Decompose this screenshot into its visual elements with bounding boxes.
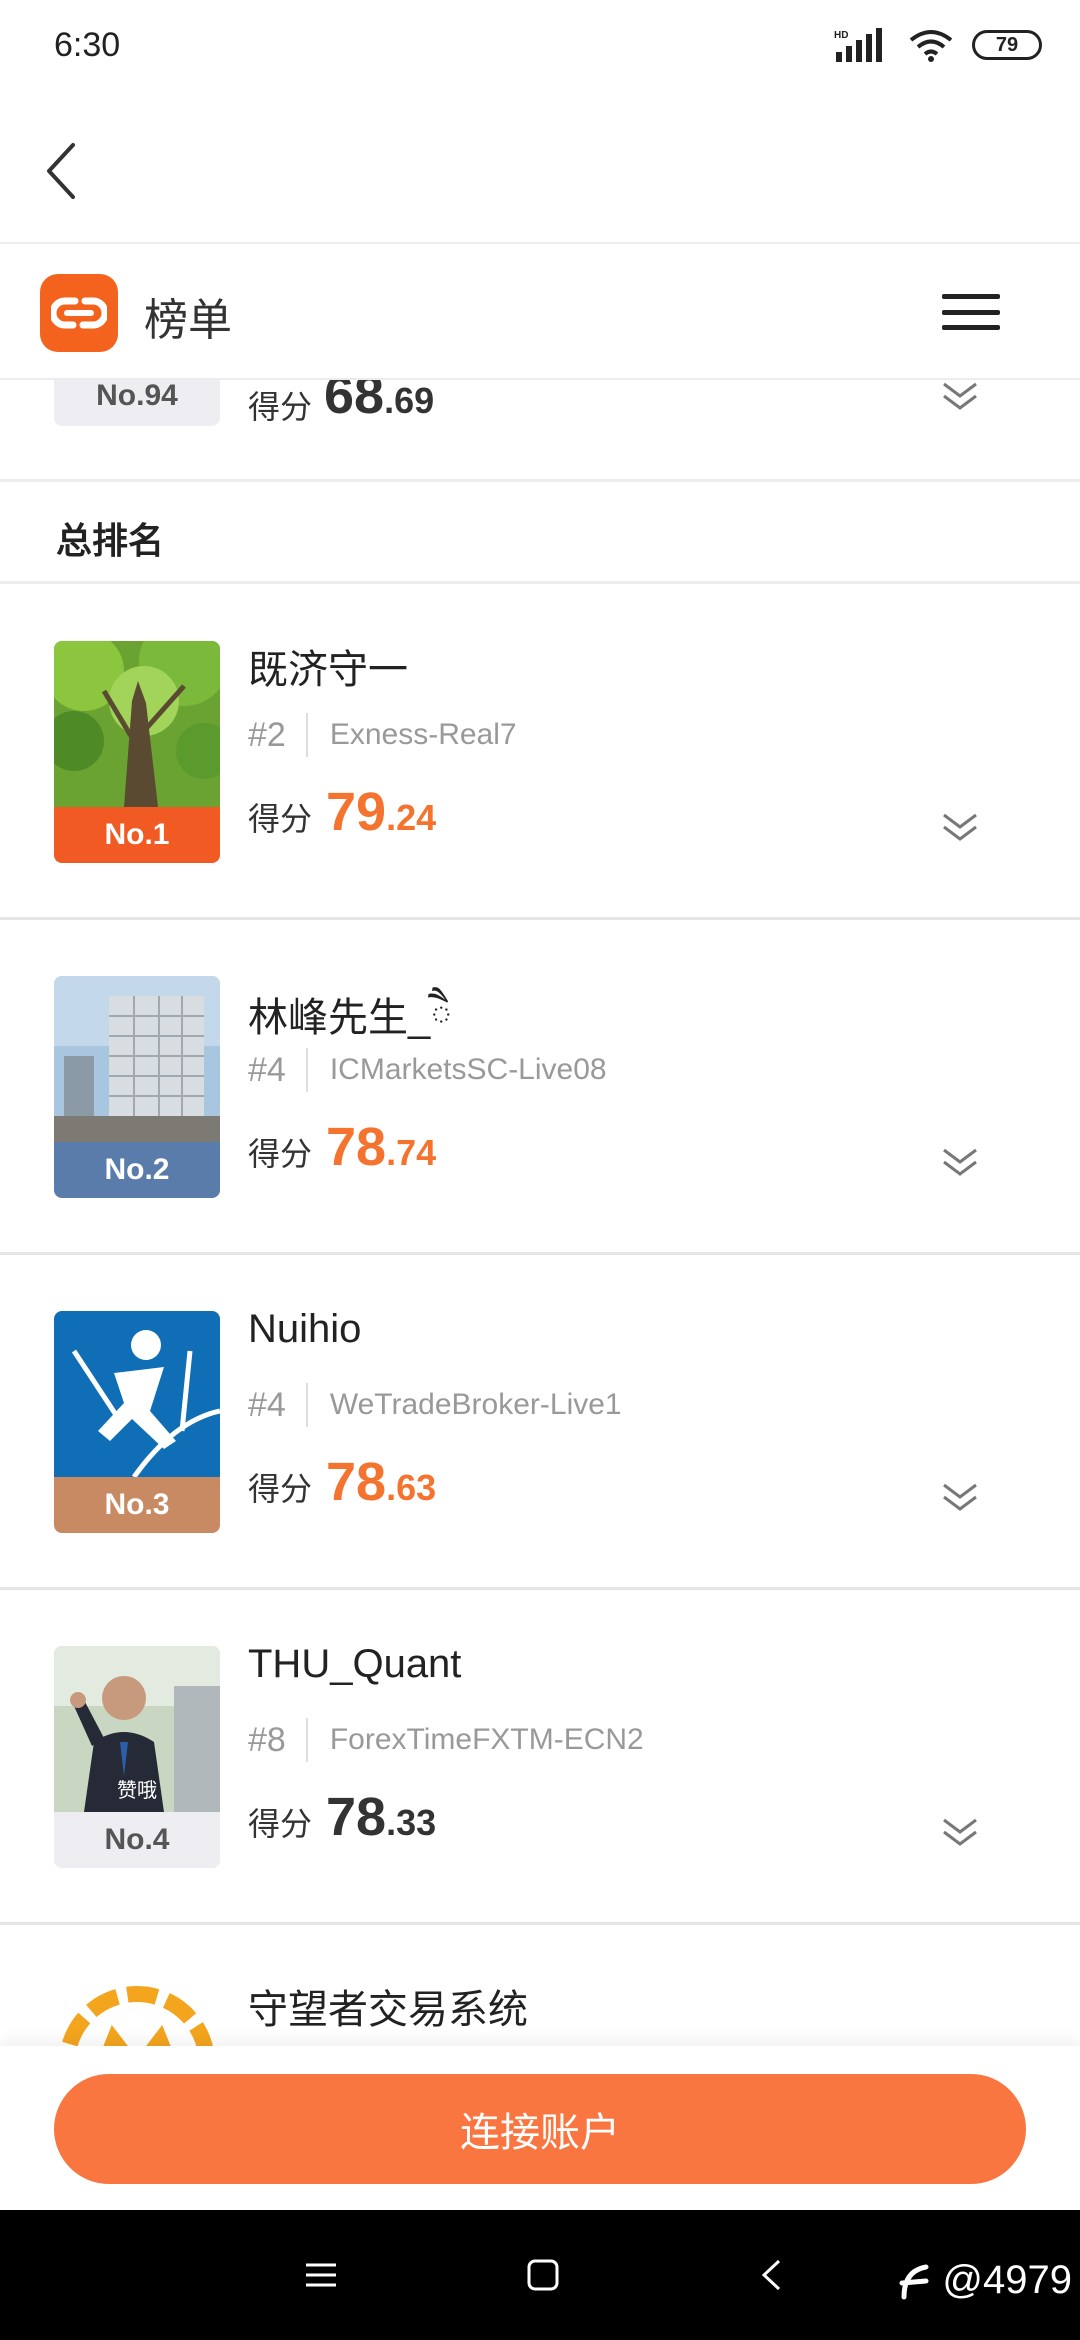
- broker-server: ForexTimeFXTM-ECN2: [329, 1723, 644, 1756]
- broker-server: WeTradeBroker-Live1: [329, 1388, 622, 1421]
- score-integer: 78: [326, 1787, 387, 1847]
- divider: [305, 713, 308, 757]
- trader-name: THU_Quant: [248, 1642, 462, 1686]
- trader-name: 守望者交易系统: [248, 1988, 528, 2032]
- trader-meta: #8 ForexTimeFXTM-ECN2: [248, 1718, 644, 1762]
- trader-meta: #4 ICMarketsSC-Live08: [248, 1048, 607, 1092]
- score-label: 得分: [248, 1471, 313, 1507]
- ranking-card[interactable]: 守望者交易系统: [0, 1925, 1080, 2065]
- score-integer: 78: [326, 1452, 387, 1512]
- trader-meta: #2 Exness-Real7: [248, 713, 517, 757]
- score-label: 得分: [248, 1806, 313, 1842]
- watermark-logo-icon: [899, 2264, 929, 2299]
- chevron-double-down-icon[interactable]: [940, 1816, 980, 1850]
- trader-name: 既济守一: [248, 648, 408, 692]
- ranking-card[interactable]: 赞哦 No.4 THU_Quant #8 ForexTimeFXTM-ECN2 …: [0, 1590, 1080, 1925]
- watermark: @4979: [896, 2258, 1072, 2303]
- score-value: 68.69: [324, 380, 435, 425]
- ranking-card[interactable]: No.1 既济守一 #2 Exness-Real7 得分 79 .24: [0, 585, 1080, 920]
- score-label: 得分: [248, 801, 313, 837]
- score-decimal: .24: [386, 797, 437, 838]
- rank-badge: No.3: [54, 1477, 220, 1533]
- broker-server: Exness-Real7: [329, 718, 517, 751]
- skier-pictogram-icon: [54, 1311, 220, 1477]
- section-title: 总排名: [56, 520, 165, 561]
- bottom-action-bar: 连接账户: [0, 2046, 1080, 2210]
- score-label: 得分: [248, 389, 313, 425]
- avatar: No.1: [54, 641, 220, 863]
- connect-account-button[interactable]: 连接账户: [54, 2074, 1026, 2184]
- score-line: 得分 79 .24: [248, 781, 436, 843]
- wifi-icon: [909, 30, 953, 62]
- signal-icon: HD: [834, 28, 882, 62]
- rank-badge: No.4: [54, 1812, 220, 1868]
- divider: [305, 1048, 308, 1092]
- avatar: No.2: [54, 976, 220, 1198]
- ranking-card[interactable]: No.3 Nuihio #4 WeTradeBroker-Live1 得分 78…: [0, 1255, 1080, 1590]
- ranking-list: No.1 既济守一 #2 Exness-Real7 得分 79 .24 No.2…: [0, 585, 1080, 2065]
- score-decimal: .74: [386, 1132, 437, 1173]
- status-icons: HD 79: [834, 28, 1042, 62]
- nav-bar: [0, 96, 1080, 244]
- avatar-caption: 赞哦: [117, 1780, 157, 1802]
- hamburger-menu-icon[interactable]: [942, 294, 1000, 330]
- chevron-double-down-icon[interactable]: [940, 1481, 980, 1515]
- watermark-text: @4979: [942, 2258, 1072, 2302]
- chevron-double-down-icon[interactable]: [940, 811, 980, 845]
- score-line: 得分 78 .33: [248, 1786, 436, 1848]
- chevron-double-down-icon[interactable]: [940, 380, 980, 414]
- position-number: #2: [248, 715, 286, 754]
- back-triangle-icon[interactable]: [746, 2250, 796, 2300]
- divider: [305, 1718, 308, 1762]
- svg-text:HD: HD: [834, 30, 848, 41]
- app-logo-icon: [40, 274, 118, 352]
- trader-meta: #4 WeTradeBroker-Live1: [248, 1383, 622, 1427]
- back-arrow-icon: [47, 143, 75, 199]
- building-photo-icon: [54, 976, 220, 1142]
- tree-photo-icon: [54, 641, 220, 807]
- broker-server: ICMarketsSC-Live08: [329, 1053, 607, 1086]
- score-decimal: .33: [386, 1802, 437, 1843]
- app-header: 榜单: [0, 244, 1080, 380]
- position-number: #4: [248, 1050, 286, 1089]
- chevron-double-down-icon[interactable]: [940, 1146, 980, 1180]
- rank-badge: No.94: [54, 380, 220, 426]
- list-item-partial[interactable]: No.94 得分 68.69: [0, 380, 1080, 482]
- section-header: 总排名: [0, 482, 1080, 584]
- avatar: 赞哦 No.4: [54, 1646, 220, 1868]
- status-time: 6:30: [54, 26, 121, 64]
- trader-name: Nuihio: [248, 1307, 362, 1351]
- score-integer: 78: [326, 1117, 387, 1177]
- avatar: No.3: [54, 1311, 220, 1533]
- recents-menu-icon[interactable]: [296, 2250, 346, 2300]
- score-label: 得分: [248, 1136, 313, 1172]
- score-line: 得分 78 .63: [248, 1451, 436, 1513]
- home-square-icon[interactable]: [518, 2250, 568, 2300]
- divider: [305, 1383, 308, 1427]
- position-number: #4: [248, 1385, 286, 1424]
- back-button[interactable]: [30, 136, 90, 206]
- page-title: 榜单: [144, 296, 232, 345]
- score-line: 得分 78 .74: [248, 1116, 436, 1178]
- battery-indicator: 79: [972, 30, 1042, 60]
- score-decimal: .63: [386, 1467, 437, 1508]
- rank-badge: No.2: [54, 1142, 220, 1198]
- position-number: #8: [248, 1720, 286, 1759]
- status-bar: 6:30 HD 79: [0, 0, 1080, 96]
- ranking-card[interactable]: No.2 林峰先生_ཻ #4 ICMarketsSC-Live08 得分 78 …: [0, 920, 1080, 1255]
- score-integer: 79: [326, 782, 387, 842]
- rank-badge: No.1: [54, 807, 220, 863]
